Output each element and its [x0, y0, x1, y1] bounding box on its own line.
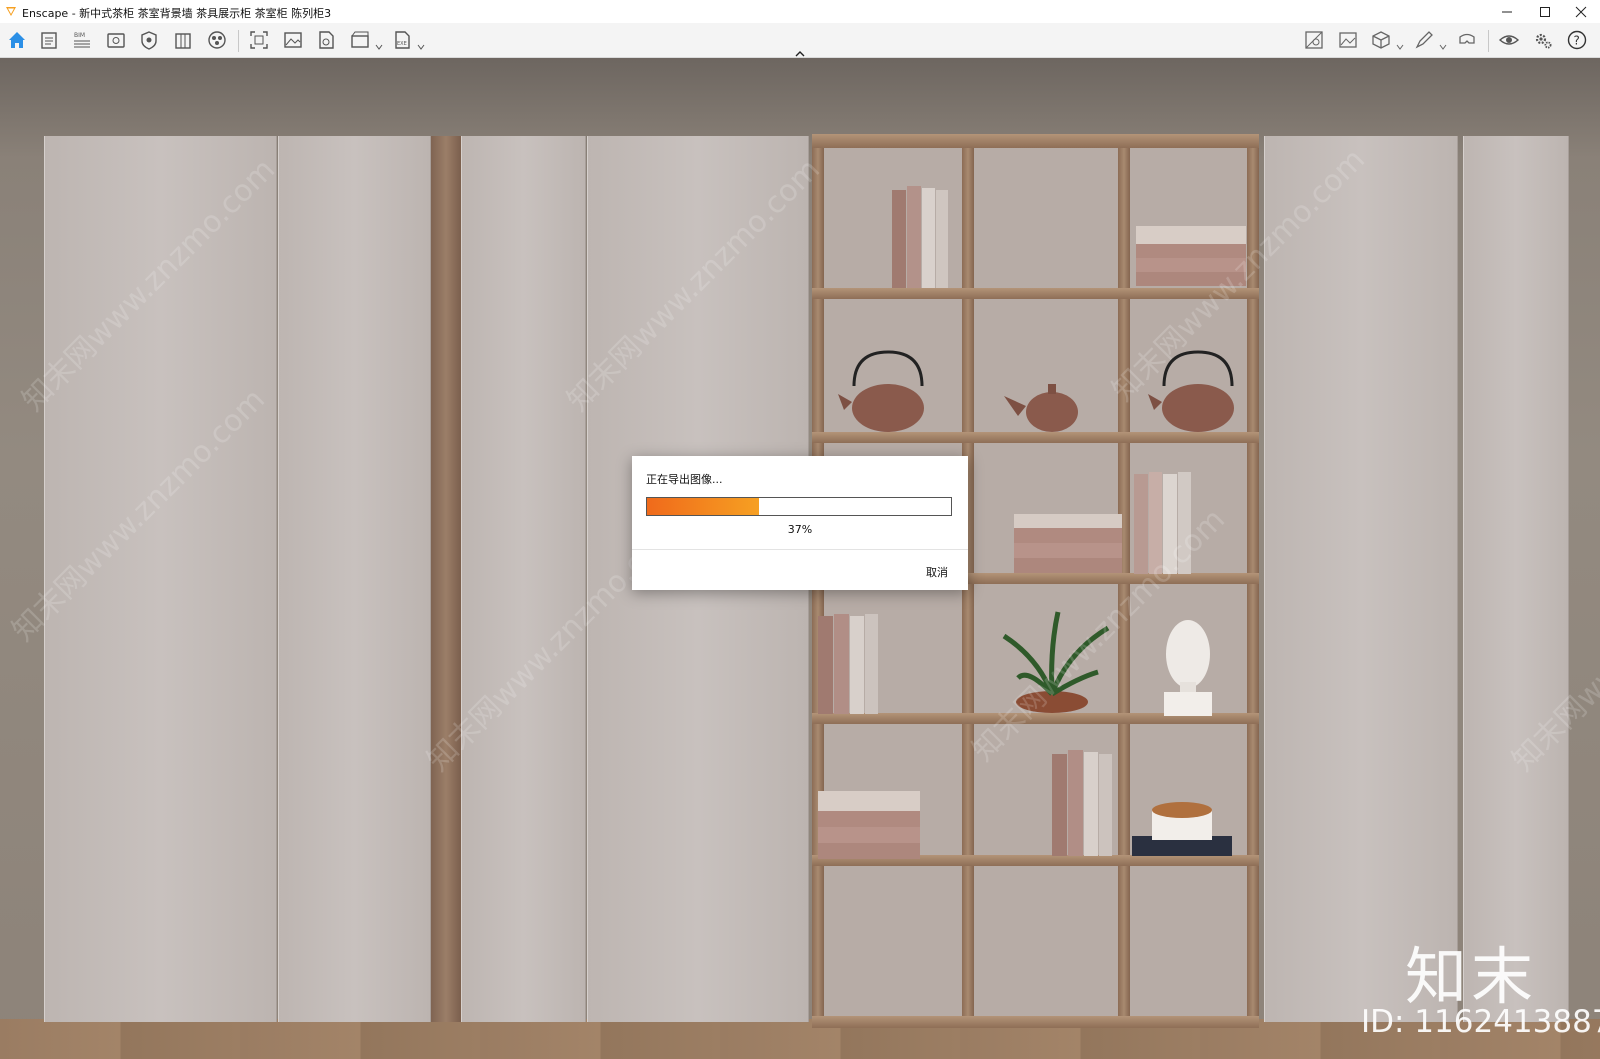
tea-box-stack-image	[818, 791, 920, 859]
close-button[interactable]	[1562, 0, 1600, 23]
visibility-button[interactable]	[1498, 29, 1522, 51]
settings-button[interactable]	[1532, 29, 1556, 51]
tea-box-stack-image	[1014, 514, 1122, 573]
shelf-board	[812, 1016, 1259, 1028]
materials-button[interactable]	[206, 29, 230, 51]
brand-id: ID: 1162413887	[1361, 1004, 1600, 1040]
cabinet-door	[278, 136, 431, 1022]
export-dropdown-chevron-down-icon[interactable]	[417, 36, 425, 50]
help-button[interactable]: ?	[1566, 29, 1590, 51]
settings-icon	[1535, 33, 1552, 49]
home-button[interactable]	[6, 29, 30, 51]
sculpture-image	[1164, 620, 1212, 716]
help-icon: ?	[1567, 30, 1587, 50]
shelf-board	[812, 134, 1259, 148]
maximize-icon	[1540, 7, 1550, 17]
wood-gap-panel	[431, 136, 461, 1022]
close-icon	[1575, 6, 1587, 18]
pen-icon	[1415, 31, 1433, 49]
dialog-title: 正在导出图像...	[646, 473, 723, 486]
bim-button[interactable]: BIM	[71, 29, 95, 51]
cube-dropdown-chevron-down-icon[interactable]	[1396, 36, 1404, 50]
toolbar-separator	[238, 30, 239, 52]
title-bar: Enscape - 新中式茶柜 茶室背景墙 茶具展示柜 茶室柜 陈列柜3	[0, 0, 1600, 23]
video-button[interactable]	[349, 29, 373, 51]
vr-headset-icon	[1459, 33, 1475, 44]
render-preview-button[interactable]	[1337, 29, 1361, 51]
minimize-icon	[1502, 11, 1512, 13]
window-title: Enscape - 新中式茶柜 茶室背景墙 茶具展示柜 茶室柜 陈列柜3	[22, 7, 332, 20]
brand-logo: 知末	[1405, 940, 1538, 1013]
svg-text:BIM: BIM	[74, 32, 85, 39]
video-dropdown-chevron-down-icon[interactable]	[375, 36, 383, 50]
views-button[interactable]	[105, 29, 129, 51]
progress-bar-fill	[647, 498, 760, 515]
web-standalone-button[interactable]	[1303, 29, 1327, 51]
exe-export-icon: EXE	[395, 31, 410, 49]
visual-settings-button[interactable]	[138, 29, 162, 51]
visibility-icon	[1498, 35, 1520, 45]
teapot-image	[1004, 384, 1078, 432]
book-stack-image	[1052, 750, 1112, 856]
book-stack-image	[818, 614, 878, 714]
svg-text:EXE: EXE	[397, 41, 407, 47]
kettle-image	[838, 350, 924, 432]
tea-caddy-image	[1132, 802, 1232, 856]
screenshot-button[interactable]	[248, 29, 272, 51]
batch-render-button[interactable]	[282, 29, 306, 51]
panorama-button[interactable]	[315, 29, 339, 51]
cube-view-icon	[1372, 31, 1390, 49]
site-context-button[interactable]	[172, 29, 196, 51]
collapse-toolbar-chevron-up-icon[interactable]	[793, 44, 807, 57]
cancel-button[interactable]: 取消	[926, 564, 948, 580]
cabinet-door	[1463, 136, 1569, 1022]
vr-headset-button[interactable]	[1456, 29, 1480, 51]
pen-button[interactable]	[1413, 29, 1437, 51]
progress-bar	[646, 497, 952, 516]
cabinet-door	[461, 136, 586, 1022]
export-progress-dialog: 正在导出图像... 37% 取消	[632, 456, 968, 590]
enscape-logo-icon	[6, 7, 16, 16]
asset-library-button[interactable]	[38, 29, 62, 51]
web-standalone-icon	[1305, 31, 1323, 49]
panorama-icon	[319, 31, 334, 49]
progress-percent: 37%	[787, 523, 813, 536]
exe-export-button[interactable]: EXE	[391, 29, 415, 51]
dialog-divider	[632, 549, 968, 550]
screenshot-icon	[250, 31, 268, 49]
visual-settings-icon	[141, 31, 157, 50]
cabinet-door	[1264, 136, 1458, 1022]
cube-view-button[interactable]	[1370, 29, 1394, 51]
batch-render-icon	[284, 32, 302, 48]
pen-dropdown-chevron-down-icon[interactable]	[1439, 36, 1447, 50]
book-stack-image	[892, 186, 948, 288]
materials-icon	[208, 31, 226, 49]
site-context-icon	[175, 33, 191, 49]
svg-text:?: ?	[1574, 34, 1580, 48]
home-icon	[9, 32, 25, 48]
maximize-button[interactable]	[1526, 0, 1564, 23]
bim-icon: BIM	[74, 32, 90, 48]
asset-library-icon	[41, 32, 57, 49]
views-icon	[107, 33, 125, 48]
video-icon	[351, 31, 369, 48]
render-preview-icon	[1339, 32, 1357, 48]
wood-floor	[0, 1019, 1600, 1059]
minimize-button[interactable]	[1488, 0, 1526, 23]
toolbar-separator	[1488, 30, 1489, 52]
